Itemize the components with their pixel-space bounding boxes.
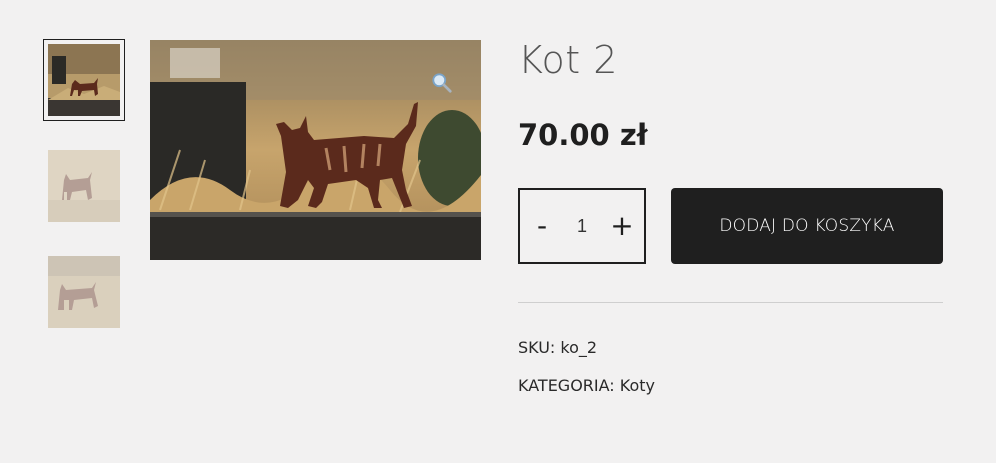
thumbnail-1[interactable] [43, 39, 125, 121]
category-link[interactable]: Koty [620, 376, 655, 395]
thumbnail-2[interactable] [43, 145, 125, 227]
quantity-decrease-button[interactable]: - [530, 212, 554, 240]
thumbnail-image [48, 150, 120, 222]
sku-label: SKU: [518, 338, 556, 357]
quantity-stepper: - + [518, 188, 646, 264]
quantity-increase-button[interactable]: + [610, 212, 634, 240]
main-product-image[interactable] [150, 40, 481, 260]
sku-row: SKU: ko_2 [518, 338, 597, 357]
thumbnail-3[interactable] [43, 251, 125, 333]
category-row: KATEGORIA: Koty [518, 376, 655, 395]
add-to-cart-button[interactable]: DODAJ DO KOSZYKA [671, 188, 943, 264]
sku-value: ko_2 [560, 338, 598, 357]
quantity-input[interactable] [565, 214, 599, 238]
thumbnail-image [48, 256, 120, 328]
product-price: 70.00 zł [518, 118, 648, 152]
thumbnail-image [48, 44, 120, 116]
divider [518, 302, 943, 303]
zoom-icon[interactable] [431, 72, 453, 94]
category-label: KATEGORIA: [518, 376, 615, 395]
product-title: Kot 2 [518, 38, 618, 82]
